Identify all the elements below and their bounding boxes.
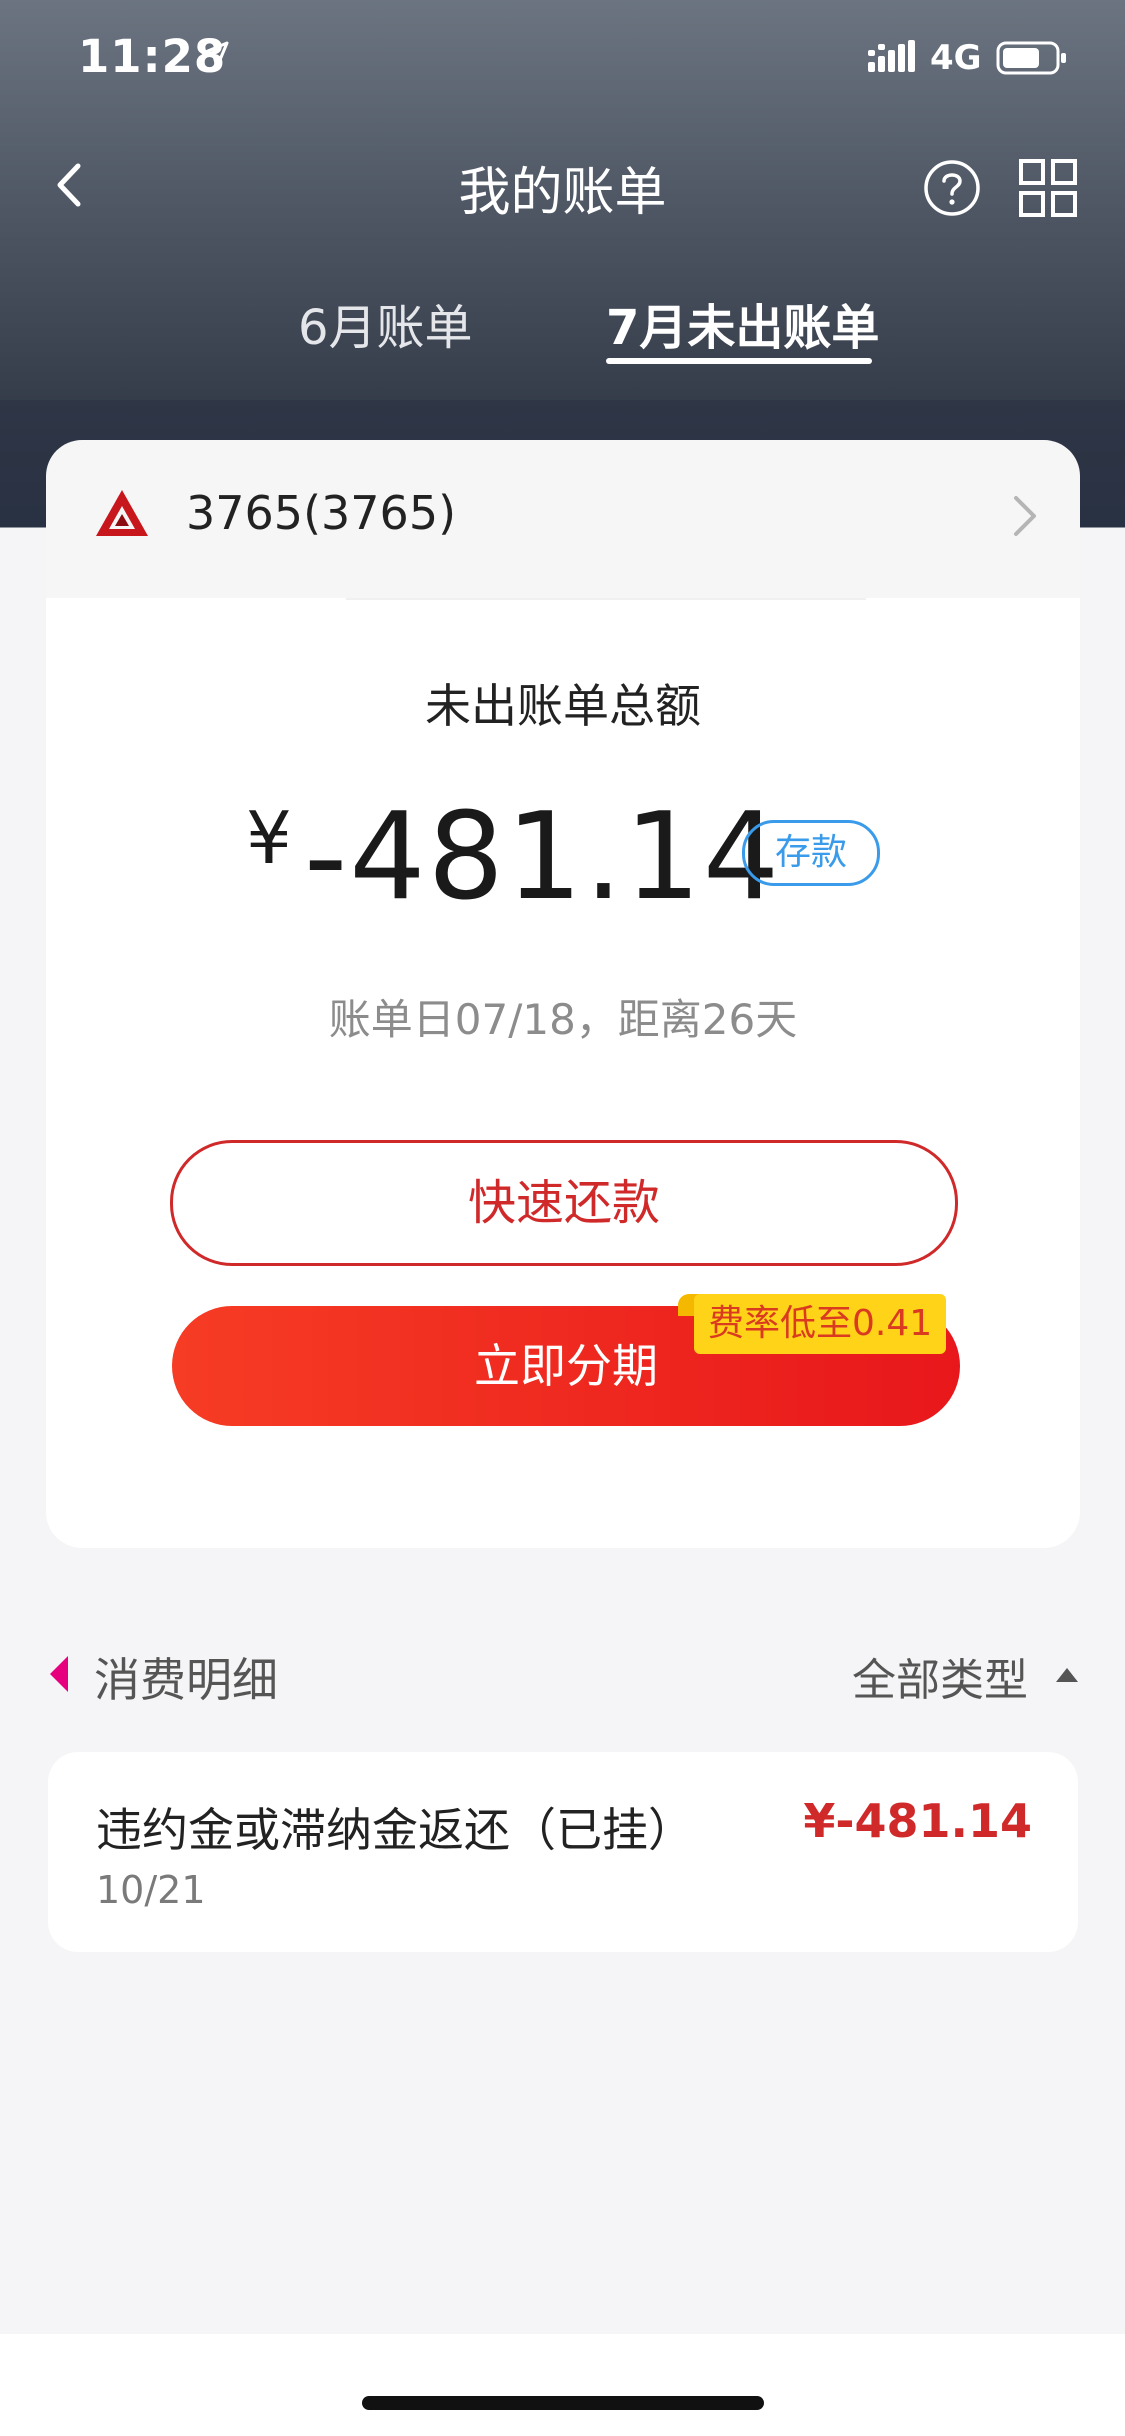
deposit-badge: 存款: [742, 820, 880, 886]
active-tab-indicator: [606, 358, 872, 364]
total-amount: -481.14: [304, 788, 782, 927]
screen: 11:28 4G 我的账单 6月账单 7月未出账单 3765(3765) 未出账…: [0, 0, 1125, 2436]
location-arrow-icon: [201, 41, 229, 69]
type-filter[interactable]: 全部类型: [852, 1644, 1028, 1708]
home-indicator[interactable]: [362, 2396, 764, 2410]
bottom-safe-area: [0, 2334, 1125, 2436]
caret-up-icon[interactable]: [1054, 1666, 1080, 1684]
amount-row: ¥ -481.14 存款: [46, 788, 1080, 927]
bill-date-info: 账单日07/18，距离26天: [328, 995, 798, 1044]
currency-symbol: ¥: [246, 796, 292, 880]
transaction-item[interactable]: 违约金或滞纳金返还（已挂） 10/21 ¥-481.14: [48, 1752, 1078, 1952]
quick-repay-button[interactable]: 快速还款: [170, 1140, 958, 1266]
card-divider: [346, 598, 866, 600]
tab-june-bill[interactable]: 6月账单: [298, 288, 473, 358]
details-section-title: 消费明细: [94, 1653, 278, 1707]
rate-promo-tag: 费率低至0.41: [694, 1294, 947, 1354]
account-number: 3765(3765): [186, 486, 457, 540]
chevron-right-icon: [1014, 496, 1036, 536]
cellular-signal-icon: [868, 40, 915, 72]
grid-menu-icon[interactable]: [1018, 158, 1078, 218]
battery-icon: [996, 41, 1066, 75]
bank-logo-icon: [96, 490, 148, 536]
status-bar: 11:28 4G: [0, 0, 1125, 120]
total-label: 未出账单总额: [425, 679, 701, 733]
bill-summary-card: 未出账单总额 ¥ -481.14 存款 账单日07/18，距离26天 快速还款 …: [46, 598, 1080, 1548]
transaction-date: 10/21: [96, 1868, 206, 1912]
account-selector[interactable]: 3765(3765): [46, 440, 1080, 598]
tab-july-unbilled[interactable]: 7月未出账单: [606, 288, 879, 358]
transaction-title: 违约金或滞纳金返还（已挂）: [96, 1803, 694, 1857]
section-marker-icon: [50, 1656, 68, 1692]
help-icon[interactable]: [922, 158, 982, 218]
network-type: 4G: [930, 38, 982, 78]
transaction-amount: ¥-481.14: [803, 1794, 1032, 1848]
